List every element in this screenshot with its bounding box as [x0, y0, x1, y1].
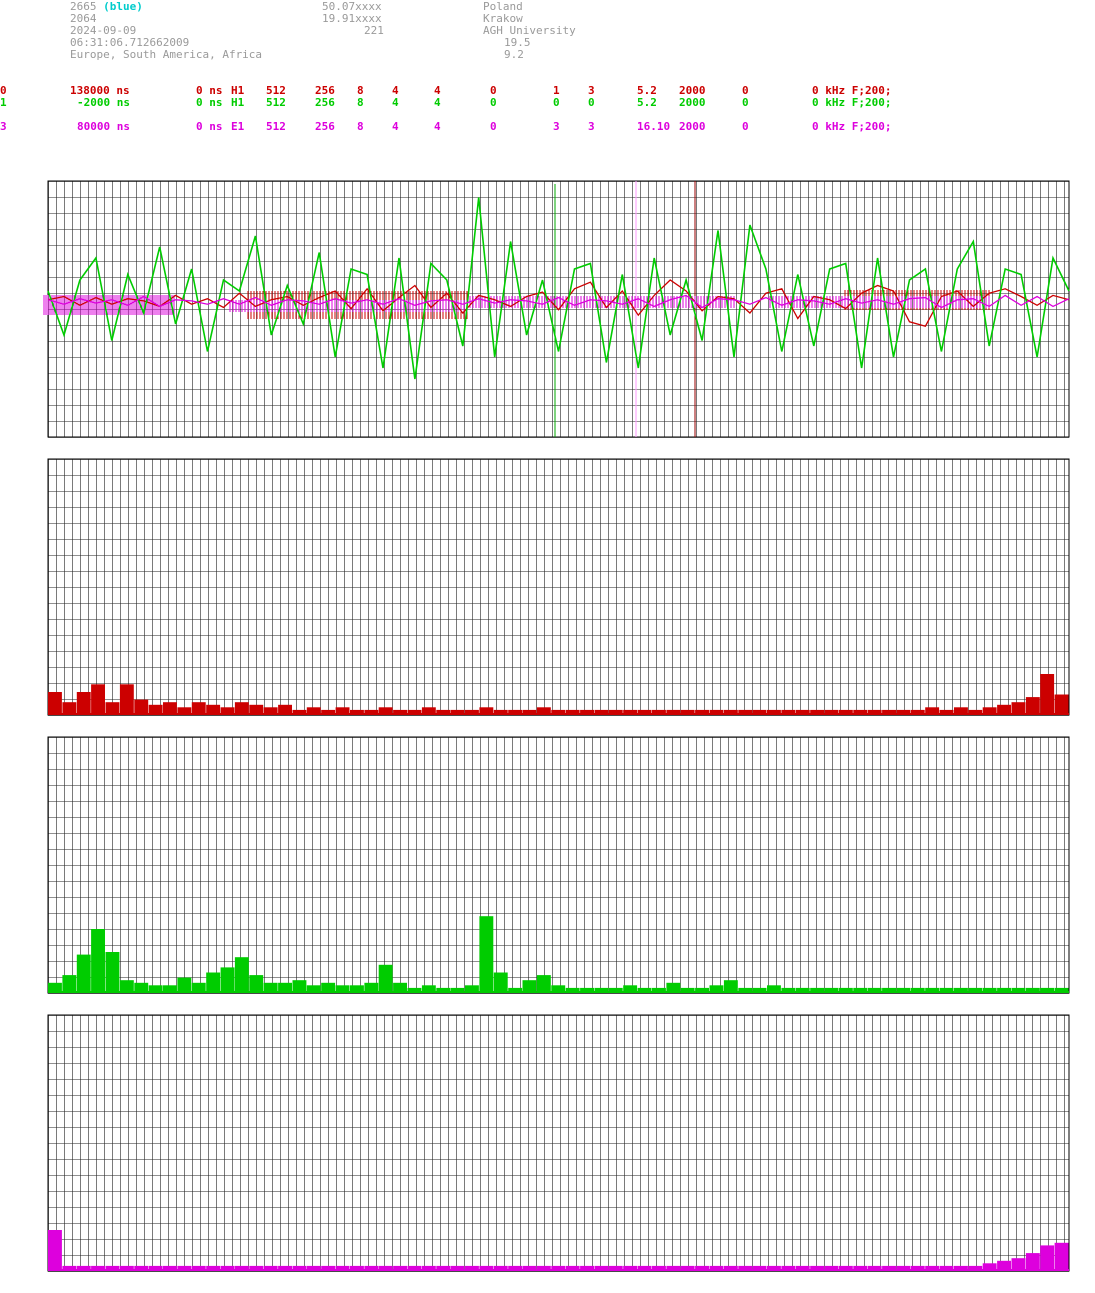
spectrum-bar: [76, 954, 91, 993]
spectrum-bar: [119, 684, 134, 715]
spectrum-bar: [177, 977, 192, 993]
spectrum-bar: [91, 684, 105, 715]
spectrum-bar: [378, 964, 393, 993]
series-line: [47, 197, 1070, 380]
panel-frame: [47, 1014, 1070, 1272]
spectrum-bar: [1040, 674, 1055, 715]
panel-frame: [47, 736, 1070, 994]
spectrum-bar: [249, 975, 264, 993]
spectrum-bar: [105, 952, 120, 993]
spectrum-bar: [1040, 1245, 1055, 1271]
spectrum-bar: [536, 975, 551, 993]
spectrum-bar: [220, 967, 235, 993]
spectrum-bar: [1025, 1253, 1040, 1271]
spectrum-bar: [1054, 694, 1069, 715]
spectrum-bar: [1054, 1242, 1069, 1271]
spectrum-bar: [493, 972, 508, 993]
spectrum-bar: [206, 972, 221, 993]
panel-grid-1: [48, 459, 1069, 716]
spectrum-bar: [91, 929, 105, 993]
spectrum-bar: [479, 916, 494, 993]
spectrum-bar: [48, 692, 62, 715]
spectrum-bar: [234, 957, 249, 993]
spectrum-bar: [134, 699, 149, 715]
panel-frame: [47, 458, 1070, 716]
chart-area: [43, 180, 1070, 1272]
spectrum-bar: [62, 975, 77, 993]
spectrum-bar: [48, 1230, 62, 1271]
panel-grid-3: [48, 1015, 1069, 1272]
spectrum-bar: [1025, 697, 1040, 715]
panel-grid-2: [48, 737, 1069, 994]
spectrum-bar: [76, 692, 91, 715]
